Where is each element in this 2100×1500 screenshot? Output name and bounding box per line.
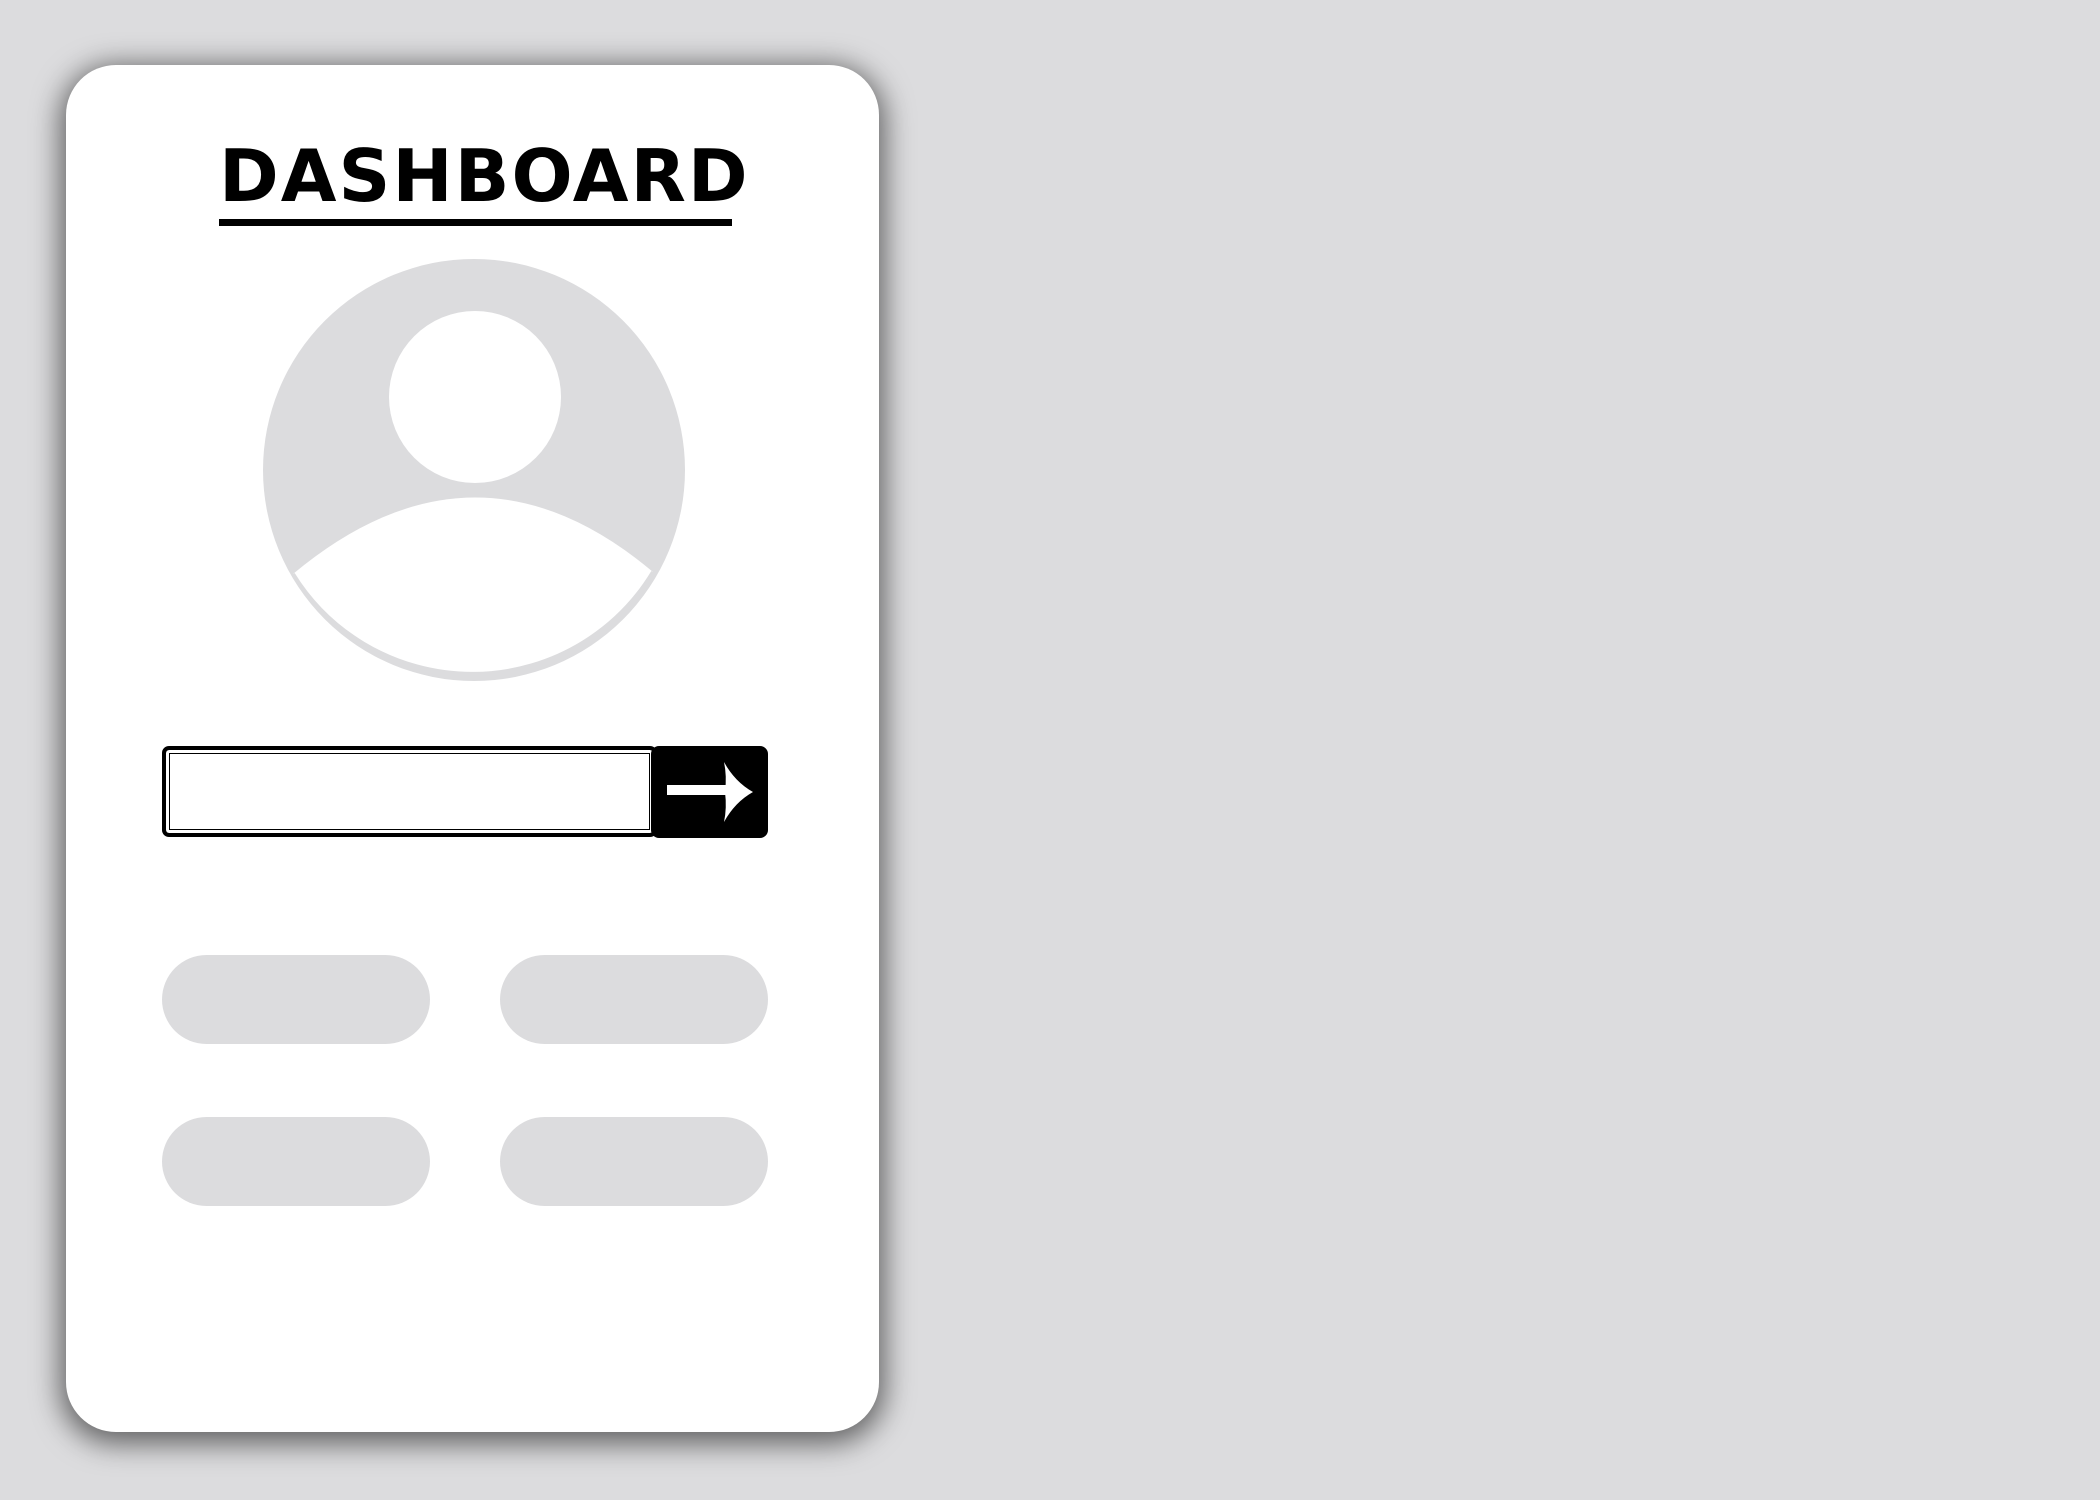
search-input[interactable]	[162, 746, 657, 837]
user-avatar-icon	[261, 257, 687, 683]
menu-button-2[interactable]	[500, 955, 768, 1044]
menu-button-3[interactable]	[162, 1117, 430, 1206]
dashboard-card: DASHBOARD	[66, 65, 879, 1432]
menu-button-4[interactable]	[500, 1117, 768, 1206]
title-underline	[219, 219, 732, 226]
arrow-right-icon	[667, 762, 753, 822]
menu-button-1[interactable]	[162, 955, 430, 1044]
submit-button[interactable]	[651, 746, 768, 838]
page-title-wrap: DASHBOARD	[219, 134, 750, 218]
page-title: DASHBOARD	[219, 134, 750, 218]
